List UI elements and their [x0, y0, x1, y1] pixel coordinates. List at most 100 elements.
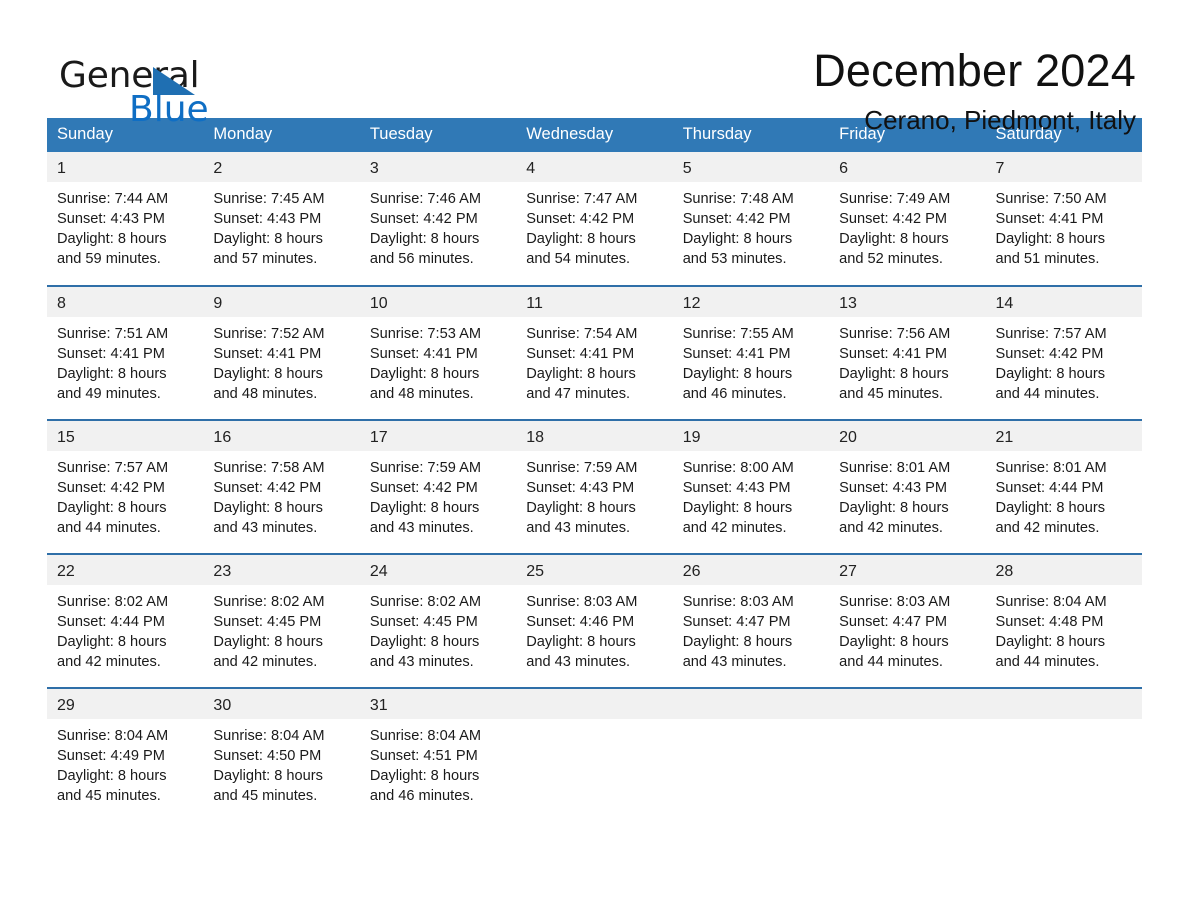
daylight-text-line2: and 43 minutes. [369, 653, 474, 670]
day-cell[interactable]: 6 Sunrise: 7:49 AM Sunset: 4:42 PM Daylight… [829, 151, 986, 286]
sunset-text: Sunset: 4:47 PM [839, 613, 948, 630]
day-cell[interactable]: 9 Sunrise: 7:52 AM Sunset: 4:41 PM Daylight… [203, 284, 360, 420]
day-number: 11 [516, 286, 673, 317]
daylight-text-line2: and 44 minutes. [995, 385, 1100, 402]
day-cell[interactable]: 29 Sunrise: 8:04 AM Sunset: 4:49 PM Dayligh… [47, 686, 204, 822]
day-cell[interactable]: 24 Sunrise: 8:02 AM Sunset: 4:45 PM Dayligh… [359, 552, 517, 688]
daylight-text-line1: Daylight: 8 hours [839, 230, 949, 247]
sunset-text: Sunset: 4:42 PM [526, 210, 635, 227]
day-details: Sunrise: 7:52 AM Sunset: 4:41 PM Daylight:… [203, 317, 359, 404]
daylight-text-line1: Daylight: 8 hours [57, 767, 167, 784]
day-cell[interactable]: 5 Sunrise: 7:48 AM Sunset: 4:42 PM Daylight… [672, 151, 830, 286]
calendar-week-row: 8 Sunrise: 7:51 AM Sunset: 4:41 PM Daylight… [47, 284, 1142, 420]
day-cell[interactable]: 10 Sunrise: 7:53 AM Sunset: 4:41 PM Dayligh… [359, 284, 517, 420]
daylight-text-line2: and 48 minutes. [213, 385, 318, 402]
day-number: 30 [203, 688, 360, 719]
daylight-text-line2: and 48 minutes. [369, 385, 474, 402]
day-cell[interactable]: 1 Sunrise: 7:44 AM Sunset: 4:43 PM Daylight… [47, 151, 204, 286]
daylight-text-line2: and 46 minutes. [682, 385, 787, 402]
day-details: Sunrise: 8:04 AM Sunset: 4:49 PM Daylight:… [47, 719, 203, 806]
day-cell[interactable]: 30 Sunrise: 8:04 AM Sunset: 4:50 PM Dayligh… [203, 686, 360, 822]
sunrise-sunset-calendar: Sunday Monday Tuesday Wednesday Thursday… [47, 118, 1142, 822]
day-details: Sunrise: 7:57 AM Sunset: 4:42 PM Daylight:… [47, 451, 203, 538]
day-cell[interactable]: 14 Sunrise: 7:57 AM Sunset: 4:42 PM Dayligh… [985, 284, 1142, 420]
daylight-text-line2: and 43 minutes. [526, 519, 631, 536]
day-cell[interactable]: 31 Sunrise: 8:04 AM Sunset: 4:51 PM Dayligh… [359, 686, 517, 822]
day-cell[interactable]: 18 Sunrise: 7:59 AM Sunset: 4:43 PM Dayligh… [516, 418, 673, 554]
sunrise-text: Sunrise: 7:47 AM [526, 190, 638, 207]
day-cell[interactable]: 11 Sunrise: 7:54 AM Sunset: 4:41 PM Dayligh… [516, 284, 673, 420]
sunrise-text: Sunrise: 7:57 AM [995, 325, 1107, 342]
sunset-text: Sunset: 4:41 PM [369, 345, 478, 362]
day-cell[interactable]: 17 Sunrise: 7:59 AM Sunset: 4:42 PM Dayligh… [359, 418, 517, 554]
day-cell[interactable]: 26 Sunrise: 8:03 AM Sunset: 4:47 PM Dayligh… [672, 552, 830, 688]
sunrise-text: Sunrise: 7:50 AM [995, 190, 1107, 207]
day-details: Sunrise: 8:03 AM Sunset: 4:47 PM Daylight:… [673, 585, 829, 672]
day-details: Sunrise: 8:00 AM Sunset: 4:43 PM Daylight:… [673, 451, 829, 538]
sunrise-text: Sunrise: 8:02 AM [57, 593, 169, 610]
day-cell[interactable]: 25 Sunrise: 8:03 AM Sunset: 4:46 PM Dayligh… [516, 552, 673, 688]
day-details: Sunrise: 8:01 AM Sunset: 4:43 PM Daylight:… [829, 451, 985, 538]
sunset-text: Sunset: 4:43 PM [57, 210, 165, 227]
day-number: 10 [359, 286, 517, 317]
day-cell[interactable]: 15 Sunrise: 7:57 AM Sunset: 4:42 PM Dayligh… [47, 418, 204, 554]
day-cell[interactable]: 7 Sunrise: 7:50 AM Sunset: 4:41 PM Daylight… [985, 151, 1142, 286]
daylight-text-line1: Daylight: 8 hours [369, 633, 480, 650]
daylight-text-line1: Daylight: 8 hours [526, 365, 636, 382]
daylight-text-line2: and 54 minutes. [526, 250, 631, 267]
sunrise-text: Sunrise: 8:03 AM [682, 593, 794, 610]
day-number: 12 [672, 286, 830, 317]
day-number [985, 688, 1142, 719]
day-number: 23 [203, 554, 360, 585]
daylight-text-line2: and 52 minutes. [839, 250, 943, 267]
sunset-text: Sunset: 4:51 PM [369, 747, 478, 764]
day-cell[interactable]: 20 Sunrise: 8:01 AM Sunset: 4:43 PM Dayligh… [829, 418, 986, 554]
day-details: Sunrise: 7:57 AM Sunset: 4:42 PM Daylight:… [986, 317, 1142, 404]
sunset-text: Sunset: 4:42 PM [57, 479, 165, 496]
day-details: Sunrise: 7:44 AM Sunset: 4:43 PM Daylight:… [47, 182, 203, 269]
day-cell[interactable]: 28 Sunrise: 8:04 AM Sunset: 4:48 PM Dayligh… [985, 552, 1142, 688]
day-cell[interactable]: 13 Sunrise: 7:56 AM Sunset: 4:41 PM Dayligh… [829, 284, 986, 420]
day-cell-empty [829, 686, 986, 822]
calendar-week-row: 15 Sunrise: 7:57 AM Sunset: 4:42 PM Dayligh… [47, 418, 1142, 554]
day-number [672, 688, 830, 719]
sunrise-text: Sunrise: 8:02 AM [369, 593, 481, 610]
daylight-text-line1: Daylight: 8 hours [839, 633, 949, 650]
sunset-text: Sunset: 4:43 PM [213, 210, 322, 227]
day-cell[interactable]: 4 Sunrise: 7:47 AM Sunset: 4:42 PM Daylight… [516, 151, 673, 286]
day-cell[interactable]: 3 Sunrise: 7:46 AM Sunset: 4:42 PM Daylight… [359, 151, 517, 286]
daylight-text-line2: and 46 minutes. [369, 787, 474, 804]
daylight-text-line2: and 57 minutes. [213, 250, 318, 267]
sunrise-text: Sunrise: 7:54 AM [526, 325, 638, 342]
day-cell[interactable]: 22 Sunrise: 8:02 AM Sunset: 4:44 PM Dayligh… [47, 552, 204, 688]
sunrise-text: Sunrise: 7:46 AM [369, 190, 481, 207]
day-number: 21 [985, 420, 1142, 451]
sunrise-text: Sunrise: 8:04 AM [995, 593, 1107, 610]
daylight-text-line1: Daylight: 8 hours [369, 499, 480, 516]
day-cell[interactable]: 12 Sunrise: 7:55 AM Sunset: 4:41 PM Dayligh… [672, 284, 830, 420]
day-details: Sunrise: 7:47 AM Sunset: 4:42 PM Daylight:… [516, 182, 672, 269]
day-cell[interactable]: 2 Sunrise: 7:45 AM Sunset: 4:43 PM Daylight… [203, 151, 360, 286]
day-cell[interactable]: 21 Sunrise: 8:01 AM Sunset: 4:44 PM Dayligh… [985, 418, 1142, 554]
sunset-text: Sunset: 4:46 PM [526, 613, 635, 630]
sunset-text: Sunset: 4:44 PM [995, 479, 1104, 496]
day-cell[interactable]: 16 Sunrise: 7:58 AM Sunset: 4:42 PM Dayligh… [203, 418, 360, 554]
day-details: Sunrise: 8:02 AM Sunset: 4:44 PM Daylight:… [47, 585, 203, 672]
day-number: 2 [203, 151, 360, 182]
general-blue-logo[interactable]: General Blue [57, 44, 317, 128]
day-number: 26 [672, 554, 830, 585]
day-cell[interactable]: 8 Sunrise: 7:51 AM Sunset: 4:41 PM Daylight… [47, 284, 204, 420]
sunrise-text: Sunrise: 7:58 AM [213, 459, 325, 476]
day-cell[interactable]: 19 Sunrise: 8:00 AM Sunset: 4:43 PM Dayligh… [672, 418, 830, 554]
day-number: 25 [516, 554, 673, 585]
weekday-header-wednesday: Wednesday [516, 118, 673, 152]
sunrise-text: Sunrise: 7:51 AM [57, 325, 169, 342]
day-number: 8 [47, 286, 204, 317]
sunrise-text: Sunrise: 7:48 AM [682, 190, 794, 207]
day-cell[interactable]: 27 Sunrise: 8:03 AM Sunset: 4:47 PM Dayligh… [829, 552, 986, 688]
sunrise-text: Sunrise: 7:45 AM [213, 190, 325, 207]
day-number: 15 [47, 420, 204, 451]
sunset-text: Sunset: 4:41 PM [57, 345, 165, 362]
day-cell[interactable]: 23 Sunrise: 8:02 AM Sunset: 4:45 PM Dayligh… [203, 552, 360, 688]
daylight-text-line1: Daylight: 8 hours [839, 499, 949, 516]
